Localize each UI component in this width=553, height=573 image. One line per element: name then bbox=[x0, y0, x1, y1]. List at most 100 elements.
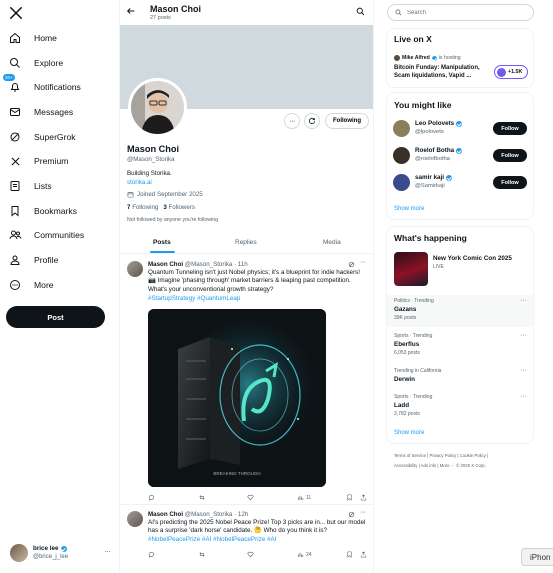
footer-links[interactable]: Accessibility | Ads info | More ··· © 20… bbox=[394, 463, 486, 468]
more-icon[interactable]: ··· bbox=[520, 332, 527, 339]
post-button[interactable]: Post bbox=[6, 306, 105, 328]
profile-link[interactable]: storika.ai bbox=[127, 179, 152, 186]
share-button[interactable] bbox=[360, 551, 367, 558]
follow-suggestion[interactable]: samir kaji @Samirkaji Follow bbox=[393, 171, 527, 195]
nav-supergrok[interactable]: SuperGrok bbox=[8, 128, 76, 146]
nav-label: Notifications bbox=[34, 82, 81, 92]
avatar bbox=[394, 55, 400, 61]
search-box[interactable] bbox=[387, 4, 534, 21]
trend-item[interactable]: Politics · Trending Gazans 39K posts ··· bbox=[387, 295, 535, 327]
tweet[interactable]: Mason Choi @Mason_Storika · 11h ··· Quan… bbox=[120, 254, 373, 504]
following-button[interactable]: Following bbox=[325, 113, 369, 129]
like-button[interactable] bbox=[247, 494, 254, 501]
tweet-image[interactable]: BREAKING THROUGH bbox=[148, 309, 326, 487]
suggestion-handle: @Samirkaji bbox=[415, 183, 445, 189]
nav-profile[interactable]: Profile bbox=[8, 251, 58, 269]
follow-suggestion[interactable]: Leo Polovets @lpolovets Follow bbox=[393, 117, 527, 141]
more-icon[interactable]: ··· bbox=[360, 259, 366, 266]
quantum-leap-illustration: BREAKING THROUGH bbox=[148, 309, 326, 487]
nav-bookmarks[interactable]: Bookmarks bbox=[8, 202, 77, 220]
footer-links[interactable]: Terms of Service | Privacy Policy | Cook… bbox=[394, 453, 488, 458]
following-link[interactable]: 7 Following bbox=[127, 204, 158, 211]
nav-premium[interactable]: Premium bbox=[8, 152, 68, 170]
listener-count: +1.5K bbox=[508, 69, 523, 75]
nav-communities[interactable]: Communities bbox=[8, 226, 84, 244]
followers-count: 3 bbox=[163, 204, 167, 211]
more-icon[interactable]: ··· bbox=[520, 297, 527, 304]
like-button[interactable] bbox=[247, 551, 254, 558]
heart-icon bbox=[247, 551, 254, 558]
show-more-link[interactable]: Show more bbox=[394, 206, 424, 212]
views-button[interactable]: 11 bbox=[297, 494, 311, 501]
search-icon[interactable] bbox=[356, 7, 365, 16]
share-button[interactable] bbox=[360, 494, 367, 501]
followers-link[interactable]: 3 Followers bbox=[163, 204, 195, 211]
more-icon[interactable]: ··· bbox=[520, 367, 527, 374]
follow-button[interactable]: Follow bbox=[493, 176, 527, 189]
more-icon[interactable]: ··· bbox=[360, 509, 366, 516]
repost-button[interactable] bbox=[198, 551, 206, 558]
repost-button[interactable] bbox=[198, 494, 206, 501]
nav-label: Explore bbox=[34, 58, 64, 68]
tab-replies[interactable]: Replies bbox=[235, 239, 257, 246]
tweet-author[interactable]: Mason Choi bbox=[148, 261, 183, 268]
mail-icon bbox=[8, 105, 22, 119]
home-icon bbox=[8, 31, 22, 45]
search-input[interactable] bbox=[407, 9, 517, 16]
nav-lists[interactable]: Lists bbox=[8, 177, 52, 195]
tweet-author[interactable]: Mason Choi bbox=[148, 511, 183, 518]
back-arrow-icon[interactable] bbox=[126, 6, 136, 16]
tab-media[interactable]: Media bbox=[323, 239, 341, 246]
tab-posts[interactable]: Posts bbox=[153, 239, 171, 246]
suggestion-name: Roelof Botha bbox=[415, 147, 455, 154]
tweet[interactable]: Mason Choi @Mason_Storika · 12h ··· AI's… bbox=[120, 505, 373, 573]
nav-label: SuperGrok bbox=[34, 132, 76, 142]
heart-icon bbox=[247, 494, 254, 501]
live-listeners[interactable]: +1.5K bbox=[494, 65, 528, 79]
more-icon[interactable]: ··· bbox=[104, 547, 111, 556]
trend-count: 39K posts bbox=[394, 315, 417, 321]
reply-button[interactable] bbox=[148, 494, 155, 501]
grok-icon[interactable] bbox=[348, 261, 355, 268]
follow-button[interactable]: Follow bbox=[493, 149, 527, 162]
account-switcher[interactable]: brice lee @brice_j_lee ··· bbox=[10, 544, 115, 564]
tweet-hashtags[interactable]: #StartupStrategy #QuantumLeap bbox=[148, 295, 240, 303]
nav-more[interactable]: More bbox=[8, 276, 54, 294]
event-thumbnail[interactable] bbox=[394, 252, 428, 286]
avatar bbox=[393, 147, 410, 164]
bookmark-button[interactable] bbox=[346, 551, 353, 558]
follow-button[interactable]: Follow bbox=[493, 122, 527, 135]
live-headline[interactable]: Bitcoin Funday: Manipulation, Scam liqui… bbox=[394, 65, 489, 80]
trend-count: 6,053 posts bbox=[394, 350, 420, 356]
suggestion-name: Leo Polovets bbox=[415, 120, 455, 127]
nav-home[interactable]: Home bbox=[8, 29, 57, 47]
nav-messages[interactable]: Messages bbox=[8, 103, 73, 121]
live-host[interactable]: Mike Alfred bbox=[402, 55, 430, 61]
more-options-button[interactable]: ··· bbox=[284, 113, 300, 129]
trend-item[interactable]: Sports · Trending Eberflus 6,053 posts ·… bbox=[387, 330, 535, 362]
profile-avatar[interactable] bbox=[128, 78, 187, 137]
nav-explore[interactable]: Explore bbox=[8, 54, 63, 72]
tweet-hashtags[interactable]: #NobelPeacePrize #AI #NobelPeacePrize #A… bbox=[148, 536, 276, 544]
bookmark-icon bbox=[8, 204, 22, 218]
reply-button[interactable] bbox=[148, 551, 155, 558]
views-count: 11 bbox=[306, 494, 312, 501]
calendar-icon bbox=[127, 191, 134, 198]
repost-notify-button[interactable] bbox=[304, 113, 320, 129]
tweet-time: · 12h bbox=[234, 511, 249, 518]
nav-notifications[interactable]: 20+ Notifications bbox=[3, 74, 81, 96]
show-more-link[interactable]: Show more bbox=[394, 430, 424, 436]
repost-icon bbox=[199, 495, 205, 500]
bookmark-button[interactable] bbox=[346, 494, 353, 501]
reply-icon bbox=[148, 495, 155, 501]
grok-icon[interactable] bbox=[348, 511, 355, 518]
follow-suggestion[interactable]: Roelof Botha @roelofbotha Follow bbox=[393, 144, 527, 168]
notification-badge: 20+ bbox=[3, 74, 15, 81]
event-title[interactable]: New York Comic Con 2025 bbox=[433, 255, 512, 262]
trend-item[interactable]: Sports · Trending Ladd 3,782 posts ··· bbox=[387, 391, 535, 423]
more-icon[interactable]: ··· bbox=[520, 393, 527, 400]
joined-date: Joined September 2025 bbox=[137, 191, 203, 198]
x-logo-icon bbox=[8, 154, 22, 168]
views-button[interactable]: 24 bbox=[297, 551, 312, 558]
x-logo-icon[interactable] bbox=[9, 6, 23, 20]
